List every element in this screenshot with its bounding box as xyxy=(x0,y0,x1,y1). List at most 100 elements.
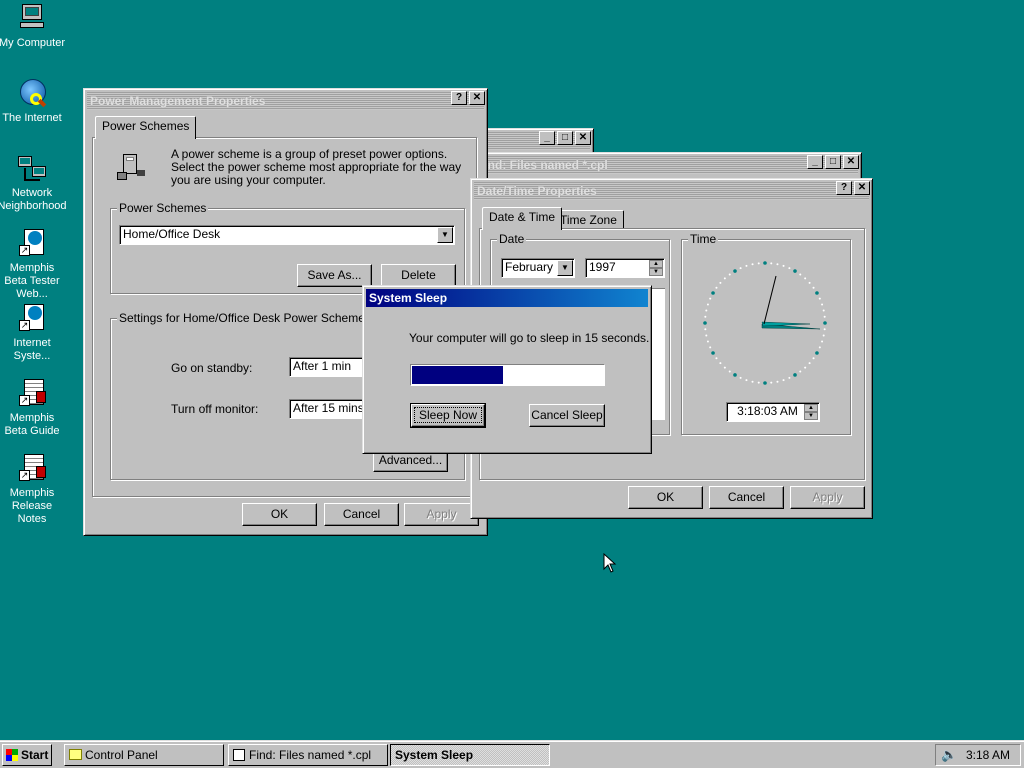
clock-dial-dot xyxy=(711,351,715,355)
clock-dial-dot xyxy=(739,376,742,379)
sleep-now-button[interactable]: Sleep Now xyxy=(410,403,486,428)
apply-button[interactable]: Apply xyxy=(404,503,479,526)
delete-button[interactable]: Delete xyxy=(381,264,456,287)
maximize-button[interactable]: □ xyxy=(825,155,841,169)
system-sleep-dialog[interactable]: System Sleep Your computer will go to sl… xyxy=(362,285,652,454)
web-document-icon: ↗ xyxy=(16,302,48,334)
clock-dial-dot xyxy=(711,291,715,295)
clock-dial-dot xyxy=(709,297,712,300)
clock-dial-dot xyxy=(723,277,726,280)
ok-button[interactable]: OK xyxy=(628,486,703,509)
chevron-down-icon[interactable]: ▼ xyxy=(437,227,453,243)
date-group-title: Date xyxy=(497,232,527,246)
date-time-title-bar[interactable]: Date/Time Properties xyxy=(474,182,869,200)
clock-dial-dot xyxy=(812,286,815,289)
desktop-icon-memphis-beta-tester-web[interactable]: ↗ Memphis Beta Tester Web... xyxy=(0,227,67,301)
clock-dial-dot xyxy=(822,309,825,312)
volume-speaker-icon[interactable]: 🔈 xyxy=(941,748,957,762)
help-button[interactable]: ? xyxy=(451,91,467,105)
clock-dial-dot xyxy=(723,366,726,369)
save-as-button[interactable]: Save As... xyxy=(297,264,372,287)
cancel-sleep-button[interactable]: Cancel Sleep xyxy=(529,404,605,427)
system-sleep-title-bar[interactable]: System Sleep xyxy=(366,289,648,307)
desktop-icon-my-computer[interactable]: My Computer xyxy=(0,2,67,50)
clock-dial-dot xyxy=(776,380,779,383)
find-window-title: Find: Files named *.cpl xyxy=(477,158,608,172)
taskbar-clock[interactable]: 3:18 AM xyxy=(966,748,1010,762)
clock-dial-dot xyxy=(823,315,826,318)
desktop-icon-memphis-release-notes[interactable]: ↗ Memphis Release Notes xyxy=(0,452,67,526)
tab-date-and-time[interactable]: Date & Time xyxy=(482,207,563,230)
time-spinner[interactable]: 3:18:03 AM ▲ ▼ xyxy=(726,402,820,422)
minimize-button[interactable]: _ xyxy=(807,155,823,169)
tab-time-zone[interactable]: Time Zone xyxy=(553,210,624,229)
clock-dial-dot xyxy=(823,328,826,331)
sleep-progress-fill xyxy=(412,366,503,384)
time-group-title: Time xyxy=(688,232,719,246)
clock-dial-dot xyxy=(739,267,742,270)
desktop-icon-label: Network Neighborhood xyxy=(0,187,67,212)
web-document-icon: ↗ xyxy=(16,227,48,259)
clock-dial-dot xyxy=(763,381,767,385)
text-document-icon: ↗ xyxy=(16,452,48,484)
clock-dial-dot xyxy=(812,357,815,360)
taskbar: Start Control Panel Find: Files named *.… xyxy=(0,740,1024,768)
clock-dial-dot xyxy=(788,267,791,270)
mouse-pointer-icon xyxy=(603,553,617,573)
power-scheme-description: A power scheme is a group of preset powe… xyxy=(171,147,462,187)
desktop-icon-label: My Computer xyxy=(0,37,66,49)
clock-dial-dot xyxy=(788,376,791,379)
spin-down-icon[interactable]: ▼ xyxy=(649,268,663,276)
help-button[interactable]: ? xyxy=(836,181,852,195)
desktop-icon-label: Memphis Beta Guide xyxy=(4,412,60,437)
clock-dial-dot xyxy=(745,264,748,267)
spin-up-icon[interactable]: ▲ xyxy=(804,404,818,412)
monitor-label: Turn off monitor: xyxy=(171,402,259,416)
sleep-progress-bar xyxy=(410,364,605,386)
close-button[interactable]: ✕ xyxy=(469,91,485,105)
ok-button[interactable]: OK xyxy=(242,503,317,526)
spin-up-icon[interactable]: ▲ xyxy=(649,260,663,268)
clock-dial-dot xyxy=(821,340,824,343)
desktop-icon-memphis-beta-guide[interactable]: ↗ Memphis Beta Guide xyxy=(0,377,67,438)
tab-power-schemes[interactable]: Power Schemes xyxy=(95,116,197,139)
clock-dial-dot xyxy=(808,281,811,284)
desktop-icon-network-neighborhood[interactable]: Network Neighborhood xyxy=(0,152,67,213)
find-title-bar[interactable]: Find: Files named *.cpl xyxy=(474,156,858,174)
desktop-icon-label: Internet Syste... xyxy=(13,337,51,362)
clock-dial-dot xyxy=(822,334,825,337)
close-button[interactable]: ✕ xyxy=(843,155,859,169)
taskbar-item-control-panel[interactable]: Control Panel xyxy=(64,744,224,766)
maximize-button[interactable]: □ xyxy=(557,131,573,145)
system-sleep-title: System Sleep xyxy=(369,291,448,305)
clock-dial-dot xyxy=(793,373,797,377)
month-dropdown[interactable]: February ▼ xyxy=(501,258,575,278)
taskbar-item-find[interactable]: Find: Files named *.cpl xyxy=(228,744,388,766)
spin-down-icon[interactable]: ▼ xyxy=(804,412,818,420)
desktop-icon-internet-system[interactable]: ↗ Internet Syste... xyxy=(0,302,67,363)
clock-dial-dot xyxy=(782,379,785,382)
start-button[interactable]: Start xyxy=(2,744,52,766)
clock-dial-dot xyxy=(770,381,773,384)
year-spinner[interactable]: 1997 ▲ ▼ xyxy=(585,258,665,278)
cancel-button[interactable]: Cancel xyxy=(324,503,399,526)
clock-dial-dot xyxy=(815,291,819,295)
minimize-button[interactable]: _ xyxy=(539,131,555,145)
power-title-bar[interactable]: Power Management Properties xyxy=(87,92,484,110)
close-button[interactable]: ✕ xyxy=(575,131,591,145)
clock-dial-dot xyxy=(823,321,827,325)
desktop-icon-the-internet[interactable]: The Internet xyxy=(0,77,67,125)
network-icon xyxy=(16,152,48,184)
power-scheme-dropdown[interactable]: Home/Office Desk ▼ xyxy=(119,225,455,245)
date-time-window-title: Date/Time Properties xyxy=(477,184,597,198)
power-settings-group-title: Settings for Home/Office Desk Power Sche… xyxy=(117,311,367,325)
chevron-down-icon[interactable]: ▼ xyxy=(557,260,573,276)
clock-dial-dot xyxy=(782,264,785,267)
close-button[interactable]: ✕ xyxy=(854,181,870,195)
apply-button[interactable]: Apply xyxy=(790,486,865,509)
cancel-button[interactable]: Cancel xyxy=(709,486,784,509)
taskbar-item-system-sleep[interactable]: System Sleep xyxy=(390,744,550,766)
clock-dial-dot xyxy=(815,351,819,355)
clock-dial-dot xyxy=(705,309,708,312)
clock-dial-dot xyxy=(751,380,754,383)
